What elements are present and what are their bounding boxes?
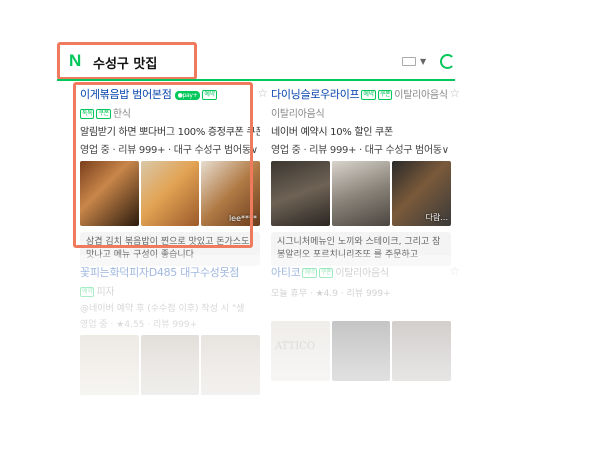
booking-badge: 예약 (80, 287, 95, 297)
booking-badge: 예약 (361, 90, 376, 100)
photo-strip[interactable] (80, 335, 261, 395)
search-query[interactable]: 수성구 맛집 (93, 53, 157, 72)
place-card[interactable]: 꽃피는화덕피자D485 대구수성못점 예약 피자 @네이버 예약 후 (수수점 이… (80, 264, 261, 395)
sign-text: ATTICO (275, 341, 315, 352)
place-name[interactable]: 다이닝슬로우라이프 (271, 88, 360, 101)
highlight-box (73, 82, 253, 248)
photo-strip[interactable]: 다람... (271, 161, 452, 226)
meta-text: 영업 중 · 리뷰 999+ · 대구 수성구 범어동 (271, 145, 442, 156)
interior-photo[interactable] (392, 321, 452, 381)
promo-text[interactable]: 네이버 예약시 10% 할인 쿠폰 (271, 123, 451, 138)
favorite-star-icon[interactable]: ☆ (449, 86, 460, 100)
favorite-star-icon[interactable]: ☆ (257, 86, 268, 100)
keyboard-icon (402, 56, 416, 66)
place-name[interactable]: 꽃피는화덕피자D485 대구수성못점 (80, 266, 239, 279)
feature-badges: 예약 피자 (80, 283, 260, 298)
keyboard-toggle[interactable]: ▼ (402, 56, 426, 67)
place-meta: 영업 중 · 리뷰 999+ · 대구 수성구 범어동∨ (271, 141, 451, 156)
place-category: 이탈리아음식 (394, 90, 448, 101)
promo-text[interactable]: @네이버 예약 후 (수수점 이후) 작성 시 "생 (80, 301, 260, 314)
place-category-line: 이탈리아음식 (271, 109, 325, 120)
food-photo[interactable]: 다람... (392, 161, 452, 226)
photo-strip[interactable]: ATTICO (271, 321, 452, 381)
interior-photo[interactable] (331, 161, 391, 226)
place-card[interactable]: 다이닝슬로우라이프 예약 쿠폰 이탈리아음식 ☆ 이탈리아음식 네이버 예약시 10%… (271, 86, 460, 266)
food-photo[interactable] (140, 335, 200, 395)
place-meta: 오늘 휴무 · ★4.9 · 리뷰 999+ (271, 289, 391, 299)
place-name[interactable]: 아티코 (271, 266, 301, 279)
place-category: 피자 (96, 287, 115, 298)
interior-photo[interactable] (331, 321, 391, 381)
refresh-icon[interactable] (440, 54, 455, 69)
coupon-badge: 쿠폰 (377, 90, 393, 100)
review-snippet[interactable]: 시그니처메뉴인 노끼와 스테이크, 그리고 잠봉알리오 포르치니리조또 를 주문… (271, 232, 451, 266)
interior-photo[interactable] (271, 161, 330, 226)
favorite-star-icon[interactable]: ☆ (449, 264, 460, 278)
chevron-down-icon: ▼ (420, 57, 427, 66)
interior-photo[interactable]: ATTICO (271, 321, 330, 381)
booking-badge: 예약 (302, 268, 317, 278)
search-underline (57, 79, 455, 81)
place-title[interactable]: 아티코 예약 쿠폰 이탈리아음식 (271, 264, 451, 280)
food-photo[interactable] (80, 335, 139, 395)
place-category: 이탈리아음식 (335, 268, 389, 279)
naver-logo: N (69, 51, 82, 70)
place-card[interactable]: 아티코 예약 쿠폰 이탈리아음식 ☆ 오늘 휴무 · ★4.9 · 리뷰 999+ A… (271, 264, 460, 381)
coupon-badge: 쿠폰 (318, 268, 334, 278)
food-photo[interactable] (201, 335, 261, 395)
place-meta: 영업 중 · ★4.55 · 리뷰 999+ (80, 320, 198, 330)
place-title[interactable]: 다이닝슬로우라이프 예약 쿠폰 이탈리아음식 (271, 86, 451, 102)
chevron-down-icon[interactable]: ∨ (442, 145, 449, 156)
photo-author: 다람... (425, 213, 449, 222)
place-title[interactable]: 꽃피는화덕피자D485 대구수성못점 (80, 264, 260, 280)
search-box[interactable]: N 수성구 맛집 (57, 42, 197, 80)
